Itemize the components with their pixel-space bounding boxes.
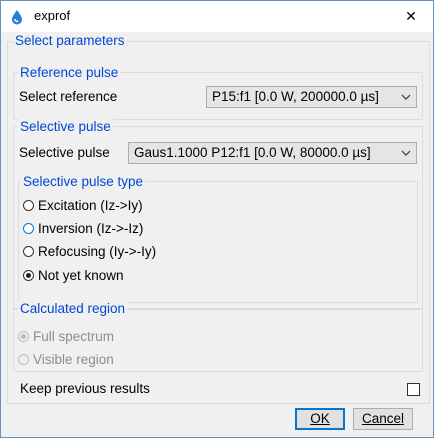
- reference-pulse-legend: Reference pulse: [18, 65, 121, 81]
- radio-full-spectrum-label: Full spectrum: [33, 329, 115, 344]
- keep-previous-label: Keep previous results: [20, 381, 150, 396]
- selective-pulse-value: Gaus1.1000 P12:f1 [0.0 W, 80000.0 µs]: [134, 145, 371, 160]
- select-parameters-legend: Select parameters: [13, 33, 127, 49]
- chevron-down-icon: [401, 94, 411, 100]
- radio-refocusing-indicator[interactable]: [23, 246, 34, 257]
- radio-excitation[interactable]: Excitation (Iz->Iy): [23, 198, 143, 213]
- selective-pulse-label: Selective pulse: [19, 145, 110, 160]
- app-icon: [12, 10, 22, 25]
- title-bar: exprof ✕: [1, 1, 433, 32]
- select-reference-combo[interactable]: P15:f1 [0.0 W, 200000.0 µs]: [206, 86, 417, 108]
- radio-inversion-indicator[interactable]: [23, 223, 34, 234]
- select-reference-value: P15:f1 [0.0 W, 200000.0 µs]: [212, 89, 379, 104]
- radio-excitation-indicator[interactable]: [23, 200, 34, 211]
- calculated-region-legend: Calculated region: [18, 301, 128, 317]
- dialog-content: Select parameters Reference pulse Select…: [1, 32, 433, 437]
- exprof-dialog: exprof ✕ Select parameters Reference pul…: [0, 0, 434, 438]
- radio-full-spectrum-indicator[interactable]: [18, 331, 29, 342]
- ok-button-label: OK: [310, 411, 330, 426]
- reference-pulse-group: Reference pulse Select reference P15:f1 …: [13, 65, 423, 120]
- radio-inversion-label: Inversion (Iz->-Iz): [38, 221, 144, 236]
- cancel-button-label: Cancel: [361, 411, 405, 426]
- radio-refocusing-label: Refocusing (Iy->-Iy): [38, 244, 157, 259]
- selective-pulse-legend: Selective pulse: [18, 119, 113, 135]
- radio-inversion[interactable]: Inversion (Iz->-Iz): [23, 221, 143, 236]
- radio-refocusing[interactable]: Refocusing (Iy->-Iy): [23, 244, 156, 259]
- radio-not-yet-known-label: Not yet known: [38, 268, 124, 283]
- select-reference-label: Select reference: [19, 89, 118, 104]
- radio-visible-region-indicator[interactable]: [18, 354, 29, 365]
- chevron-down-icon: [401, 150, 411, 156]
- cancel-button[interactable]: Cancel: [353, 408, 413, 430]
- window-title: exprof: [34, 8, 71, 23]
- selective-pulse-combo[interactable]: Gaus1.1000 P12:f1 [0.0 W, 80000.0 µs]: [128, 142, 417, 164]
- radio-visible-region[interactable]: Visible region: [18, 352, 114, 367]
- radio-excitation-label: Excitation (Iz->Iy): [38, 198, 143, 213]
- ok-button[interactable]: OK: [295, 408, 345, 430]
- calculated-region-group: Calculated region Full spectrum Visible …: [13, 301, 423, 372]
- pulse-type-group: Selective pulse type Excitation (Iz->Iy)…: [18, 174, 418, 303]
- selective-pulse-group: Selective pulse Selective pulse Gaus1.10…: [13, 119, 423, 310]
- radio-not-yet-known[interactable]: Not yet known: [23, 268, 124, 283]
- radio-not-yet-known-indicator[interactable]: [23, 270, 34, 281]
- select-parameters-group: Select parameters Reference pulse Select…: [7, 33, 430, 404]
- radio-full-spectrum[interactable]: Full spectrum: [18, 329, 114, 344]
- radio-visible-region-label: Visible region: [33, 352, 114, 367]
- close-button[interactable]: ✕: [389, 1, 433, 32]
- close-icon: ✕: [405, 8, 417, 24]
- pulse-type-legend: Selective pulse type: [21, 174, 146, 190]
- keep-previous-checkbox[interactable]: [407, 383, 420, 396]
